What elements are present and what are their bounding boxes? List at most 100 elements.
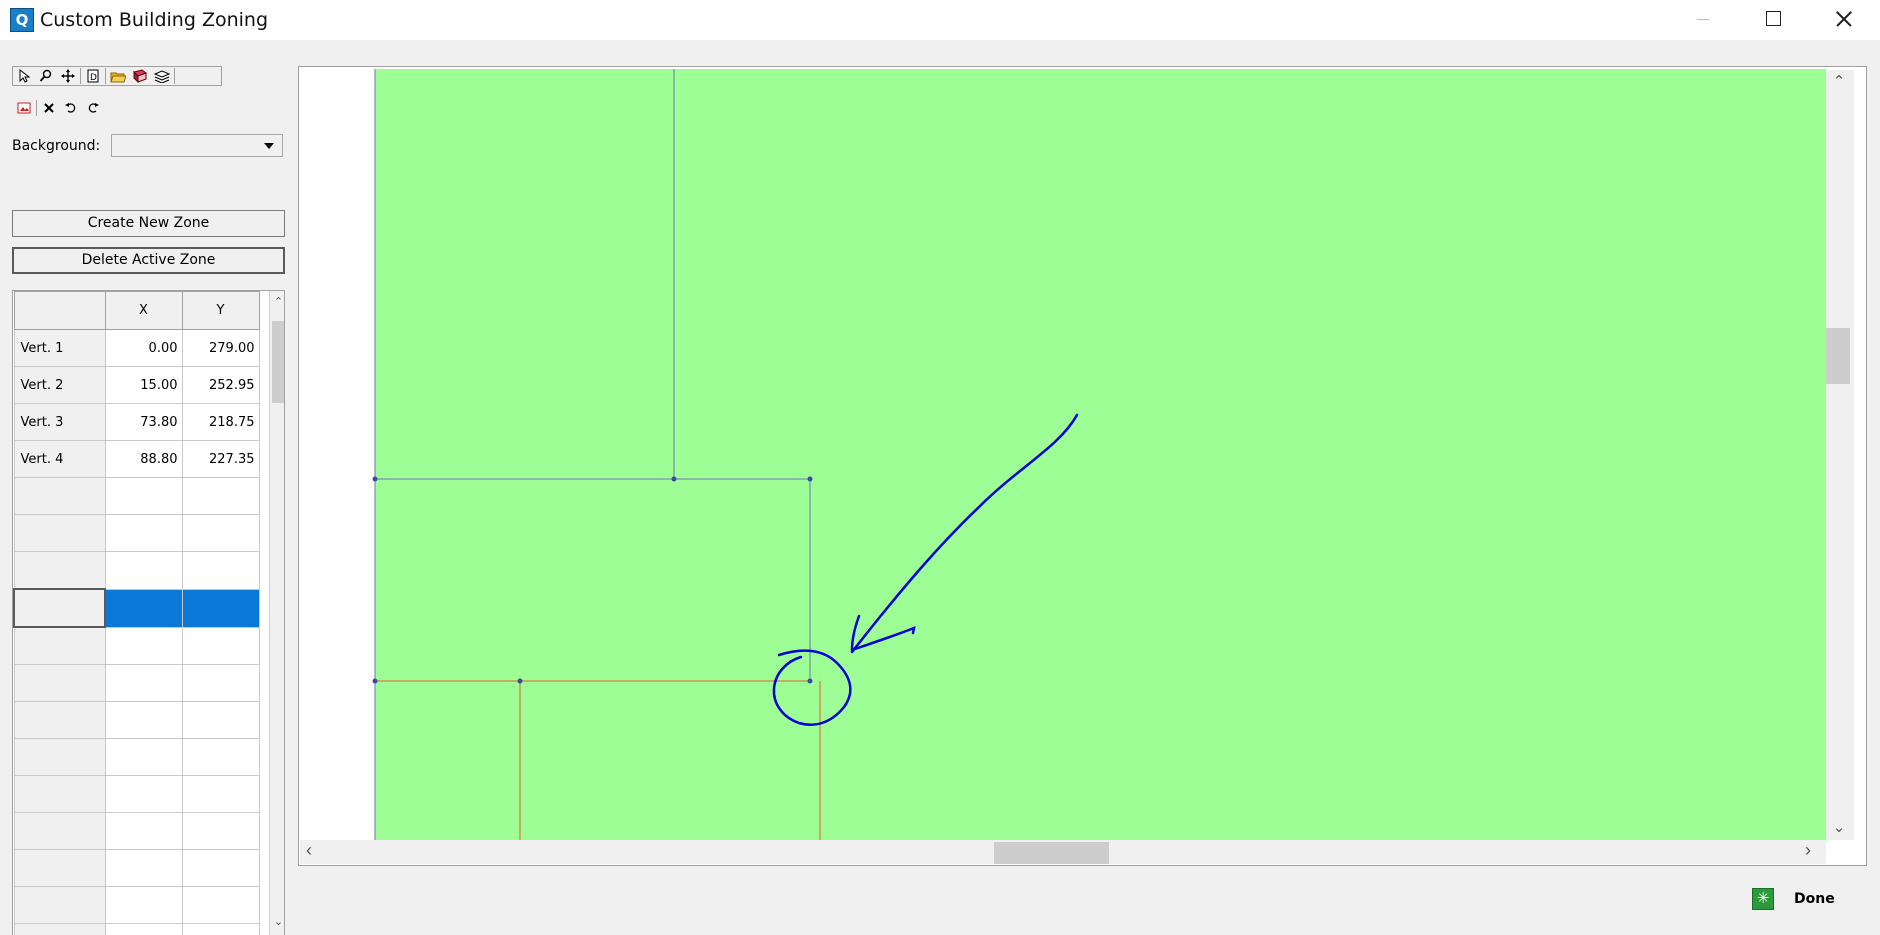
x-cell[interactable] [104, 738, 183, 776]
background-dropdown[interactable] [111, 134, 283, 157]
chevron-down-icon[interactable]: ⌄ [1830, 818, 1848, 836]
row-header-cell[interactable]: Vert. 1 [13, 329, 106, 367]
y-cell[interactable] [181, 738, 260, 776]
vertex-handle[interactable] [517, 678, 523, 684]
dimension-icon[interactable]: D [82, 67, 104, 85]
y-cell[interactable] [181, 775, 260, 813]
vertex-handle[interactable] [372, 476, 378, 482]
zone-drawing[interactable] [299, 67, 1868, 867]
row-header-cell[interactable] [13, 626, 106, 665]
redo-icon[interactable] [82, 99, 104, 117]
chevron-right-icon[interactable]: › [1805, 840, 1811, 861]
row-header-cell[interactable]: Vert. 2 [13, 366, 106, 404]
x-cell[interactable] [104, 701, 183, 739]
table-row[interactable] [13, 775, 260, 813]
y-cell[interactable]: 252.95 [181, 366, 260, 404]
zoom-icon[interactable] [35, 67, 57, 85]
y-cell[interactable] [181, 886, 260, 924]
x-cell[interactable]: 88.80 [104, 440, 183, 478]
book-icon[interactable] [129, 67, 151, 85]
done-button[interactable]: ✳ Done [1752, 887, 1852, 913]
row-header-cell[interactable] [13, 514, 106, 552]
table-row[interactable] [13, 812, 260, 850]
table-row[interactable] [13, 551, 260, 590]
y-cell[interactable]: 218.75 [181, 403, 260, 441]
table-row[interactable]: Vert. 2 15.00 252.95 [13, 366, 260, 404]
row-header-cell[interactable] [13, 588, 106, 628]
canvas-vertical-scrollbar[interactable]: ⌃ ⌄ [1826, 70, 1854, 840]
maximize-button[interactable] [1743, 0, 1803, 40]
row-header-cell[interactable] [13, 664, 106, 702]
y-cell[interactable] [181, 812, 260, 850]
row-header-cell[interactable]: Vert. 4 [13, 440, 106, 478]
table-row[interactable] [13, 626, 260, 665]
delete-icon[interactable] [38, 99, 60, 117]
table-row[interactable]: Vert. 4 88.80 227.35 [13, 440, 260, 478]
row-header-cell[interactable] [13, 477, 106, 515]
chevron-left-icon[interactable]: ‹ [306, 840, 312, 861]
table-row[interactable] [13, 477, 260, 515]
open-folder-icon[interactable] [107, 67, 129, 85]
x-cell[interactable] [104, 923, 183, 935]
x-cell[interactable] [104, 775, 183, 813]
layers-icon[interactable] [151, 67, 173, 85]
y-cell[interactable] [181, 588, 260, 628]
y-cell[interactable] [181, 923, 260, 935]
row-header-cell[interactable] [13, 812, 106, 850]
chevron-up-icon[interactable]: ⌃ [272, 295, 284, 309]
x-cell[interactable] [104, 626, 183, 665]
table-row[interactable] [13, 849, 260, 887]
y-cell[interactable] [181, 701, 260, 739]
chevron-up-icon[interactable]: ⌃ [1830, 72, 1848, 90]
create-new-zone-button[interactable]: Create New Zone [12, 210, 285, 237]
delete-active-zone-button[interactable]: Delete Active Zone [12, 247, 285, 274]
image-icon[interactable] [13, 99, 35, 117]
minimize-button[interactable] [1673, 0, 1733, 40]
x-cell[interactable]: 73.80 [104, 403, 183, 441]
x-cell[interactable] [104, 664, 183, 702]
y-cell[interactable] [181, 514, 260, 552]
x-cell[interactable] [104, 812, 183, 850]
arrow-pointer-icon[interactable] [13, 67, 35, 85]
x-cell[interactable] [104, 514, 183, 552]
y-cell[interactable] [181, 626, 260, 665]
canvas-horizontal-scrollbar[interactable]: ‹ › [300, 840, 1826, 864]
table-row[interactable] [13, 738, 260, 776]
y-cell[interactable]: 279.00 [181, 329, 260, 367]
grid-scrollbar[interactable]: ⌃ ⌄ [269, 291, 284, 935]
chevron-down-icon[interactable]: ⌄ [272, 915, 284, 929]
row-header-cell[interactable] [13, 923, 106, 935]
row-header-cell[interactable] [13, 701, 106, 739]
x-cell[interactable] [104, 588, 183, 628]
row-header-cell[interactable] [13, 849, 106, 887]
y-cell[interactable] [181, 477, 260, 515]
x-cell[interactable] [104, 551, 183, 590]
y-cell[interactable]: 227.35 [181, 440, 260, 478]
canvas-horizontal-thumb[interactable] [994, 842, 1109, 864]
undo-icon[interactable] [60, 99, 82, 117]
row-header-cell[interactable] [13, 886, 106, 924]
vertex-handle[interactable] [807, 476, 813, 482]
vertex-handle[interactable] [372, 678, 378, 684]
y-cell[interactable] [181, 849, 260, 887]
canvas-vertical-thumb[interactable] [1826, 328, 1850, 384]
column-header-x[interactable]: X [104, 291, 183, 330]
table-row[interactable] [13, 701, 260, 739]
table-row[interactable]: Vert. 1 0.00 279.00 [13, 329, 260, 367]
table-row[interactable] [13, 514, 260, 552]
vertex-handle[interactable] [807, 678, 813, 684]
row-header-cell[interactable] [13, 738, 106, 776]
row-header-cell[interactable] [13, 775, 106, 813]
table-row[interactable] [13, 664, 260, 702]
table-row[interactable] [13, 886, 260, 924]
table-row[interactable]: Vert. 3 73.80 218.75 [13, 403, 260, 441]
row-header-cell[interactable] [13, 551, 106, 590]
x-cell[interactable] [104, 886, 183, 924]
vertex-handle[interactable] [671, 476, 677, 482]
table-row[interactable] [13, 923, 260, 935]
pan-icon[interactable] [57, 67, 79, 85]
x-cell[interactable] [104, 477, 183, 515]
grid-scroll-thumb[interactable] [272, 321, 284, 403]
row-header-cell[interactable]: Vert. 3 [13, 403, 106, 441]
y-cell[interactable] [181, 551, 260, 590]
